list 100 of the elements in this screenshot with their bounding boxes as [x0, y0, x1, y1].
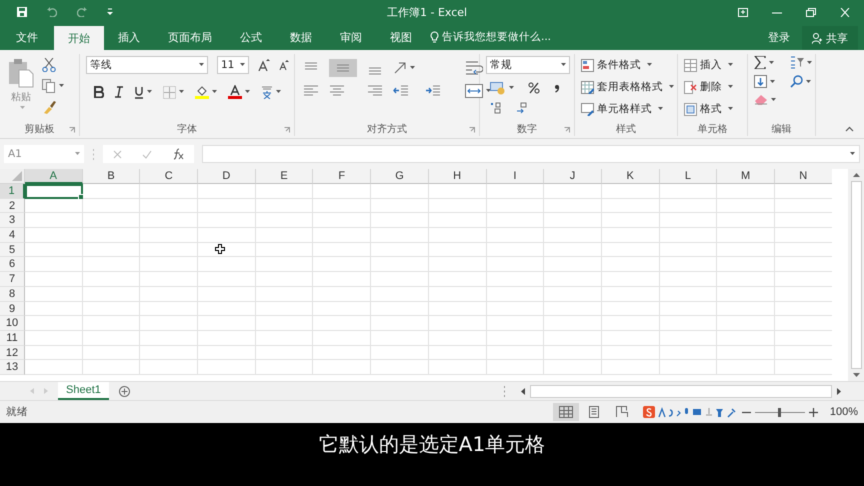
- spreadsheet-cell[interactable]: [602, 242, 660, 258]
- ribbon-tab[interactable]: 数据: [276, 24, 326, 50]
- spreadsheet-cell[interactable]: [313, 228, 372, 243]
- wrap-text-icon[interactable]: [465, 60, 483, 76]
- spreadsheet-cell[interactable]: [256, 360, 314, 375]
- spreadsheet-cell[interactable]: [717, 360, 775, 375]
- spreadsheet-cell[interactable]: [544, 360, 602, 375]
- spreadsheet-cell[interactable]: [140, 316, 198, 331]
- close-icon[interactable]: [840, 8, 850, 16]
- scroll-right-icon[interactable]: [837, 388, 841, 394]
- spreadsheet-cell[interactable]: [717, 257, 775, 272]
- spreadsheet-cell[interactable]: [717, 242, 775, 258]
- spreadsheet-cell[interactable]: [25, 360, 83, 375]
- spreadsheet-cell[interactable]: [256, 228, 314, 243]
- brush-icon[interactable]: [42, 100, 56, 114]
- align-left-icon[interactable]: [303, 84, 319, 98]
- spreadsheet-cell[interactable]: [717, 213, 775, 228]
- column-header[interactable]: F: [313, 169, 372, 184]
- spreadsheet-cell[interactable]: [140, 242, 198, 258]
- row-header[interactable]: 6: [0, 257, 25, 272]
- spreadsheet-cell[interactable]: [256, 257, 314, 272]
- spreadsheet-cell[interactable]: [82, 316, 140, 331]
- spreadsheet-cell[interactable]: [660, 228, 718, 243]
- sheet-tab[interactable]: Sheet1: [58, 382, 109, 400]
- spreadsheet-cell[interactable]: [313, 360, 372, 375]
- spreadsheet-cell[interactable]: [82, 228, 140, 243]
- spreadsheet-cell[interactable]: [198, 302, 256, 316]
- spreadsheet-cell[interactable]: [82, 330, 140, 346]
- ribbon-tab[interactable]: 页面布局: [154, 24, 226, 50]
- sort-filter-icon[interactable]: [790, 56, 804, 69]
- spreadsheet-cell[interactable]: [544, 330, 602, 346]
- spreadsheet-cell[interactable]: [544, 213, 602, 228]
- redo-icon[interactable]: [77, 7, 87, 17]
- spreadsheet-cell[interactable]: [371, 286, 429, 302]
- column-header[interactable]: G: [371, 169, 429, 184]
- cells-menu-button[interactable]: 删除: [684, 78, 733, 96]
- decrease-decimal-icon[interactable]: [516, 102, 528, 114]
- spreadsheet-cell[interactable]: [140, 346, 198, 360]
- normal-view-icon[interactable]: [552, 403, 579, 421]
- spreadsheet-cell[interactable]: [544, 316, 602, 331]
- spreadsheet-cell[interactable]: [313, 286, 372, 302]
- spreadsheet-cell[interactable]: [428, 198, 486, 214]
- scroll-down-icon[interactable]: [852, 373, 860, 377]
- spreadsheet-cell[interactable]: [140, 286, 198, 302]
- name-box[interactable]: A1: [4, 145, 84, 163]
- column-header[interactable]: J: [544, 169, 602, 184]
- zoom-in-icon[interactable]: [808, 408, 818, 416]
- spreadsheet-cell[interactable]: [717, 330, 775, 346]
- spreadsheet-cell[interactable]: [544, 257, 602, 272]
- spreadsheet-cell[interactable]: [660, 272, 718, 287]
- row-header[interactable]: 7: [0, 272, 25, 287]
- cancel-icon[interactable]: [113, 150, 122, 158]
- spreadsheet-cell[interactable]: [717, 228, 775, 243]
- spreadsheet-cell[interactable]: [313, 213, 372, 228]
- spreadsheet-cell[interactable]: [486, 184, 544, 199]
- currency-icon[interactable]: [490, 81, 506, 95]
- copy-icon[interactable]: [42, 79, 56, 93]
- spreadsheet-cell[interactable]: [660, 330, 718, 346]
- spreadsheet-cell[interactable]: [371, 316, 429, 331]
- number-format-field[interactable]: 常规: [486, 56, 570, 74]
- next-sheet-icon[interactable]: [44, 388, 48, 394]
- tell-me-field[interactable]: 告诉我您想要做什么...: [442, 31, 572, 43]
- font-color-icon[interactable]: [228, 85, 242, 99]
- spreadsheet-cell[interactable]: [198, 360, 256, 375]
- spreadsheet-cell[interactable]: [428, 286, 486, 302]
- spreadsheet-cell[interactable]: [486, 198, 544, 214]
- column-header[interactable]: H: [428, 169, 486, 184]
- spreadsheet-cell[interactable]: [544, 272, 602, 287]
- align-center-icon[interactable]: [329, 84, 345, 98]
- spreadsheet-cell[interactable]: [371, 213, 429, 228]
- spreadsheet-cell[interactable]: [371, 228, 429, 243]
- spreadsheet-cell[interactable]: [140, 198, 198, 214]
- spreadsheet-cell[interactable]: [660, 360, 718, 375]
- spreadsheet-cell[interactable]: [371, 257, 429, 272]
- spreadsheet-cell[interactable]: [428, 316, 486, 331]
- spreadsheet-cell[interactable]: [82, 242, 140, 258]
- spreadsheet-cell[interactable]: [428, 184, 486, 199]
- spreadsheet-cell[interactable]: [717, 272, 775, 287]
- spreadsheet-cell[interactable]: [602, 330, 660, 346]
- row-header[interactable]: 2: [0, 198, 25, 214]
- ribbon-tab[interactable]: 审阅: [326, 24, 376, 50]
- spreadsheet-cell[interactable]: [602, 286, 660, 302]
- spreadsheet-cell[interactable]: [313, 184, 372, 199]
- spreadsheet-cell[interactable]: [198, 272, 256, 287]
- spreadsheet-cell[interactable]: [82, 184, 140, 199]
- row-header[interactable]: 9: [0, 302, 25, 316]
- scroll-up-icon[interactable]: [852, 173, 860, 177]
- spreadsheet-cell[interactable]: [140, 257, 198, 272]
- spreadsheet-cell[interactable]: [486, 346, 544, 360]
- spreadsheet-cell[interactable]: [198, 213, 256, 228]
- ribbon-tab[interactable]: 插入: [104, 24, 154, 50]
- spreadsheet-cell[interactable]: [717, 316, 775, 331]
- underline-icon[interactable]: [134, 86, 144, 98]
- spreadsheet-cell[interactable]: [256, 302, 314, 316]
- spreadsheet-cell[interactable]: [256, 242, 314, 258]
- ribbon-tab[interactable]: 视图: [376, 24, 426, 50]
- row-header[interactable]: 8: [0, 286, 25, 302]
- customize-caret-icon[interactable]: [107, 8, 113, 16]
- style-menu-button[interactable]: 套用表格格式: [581, 78, 674, 96]
- spreadsheet-cell[interactable]: [428, 242, 486, 258]
